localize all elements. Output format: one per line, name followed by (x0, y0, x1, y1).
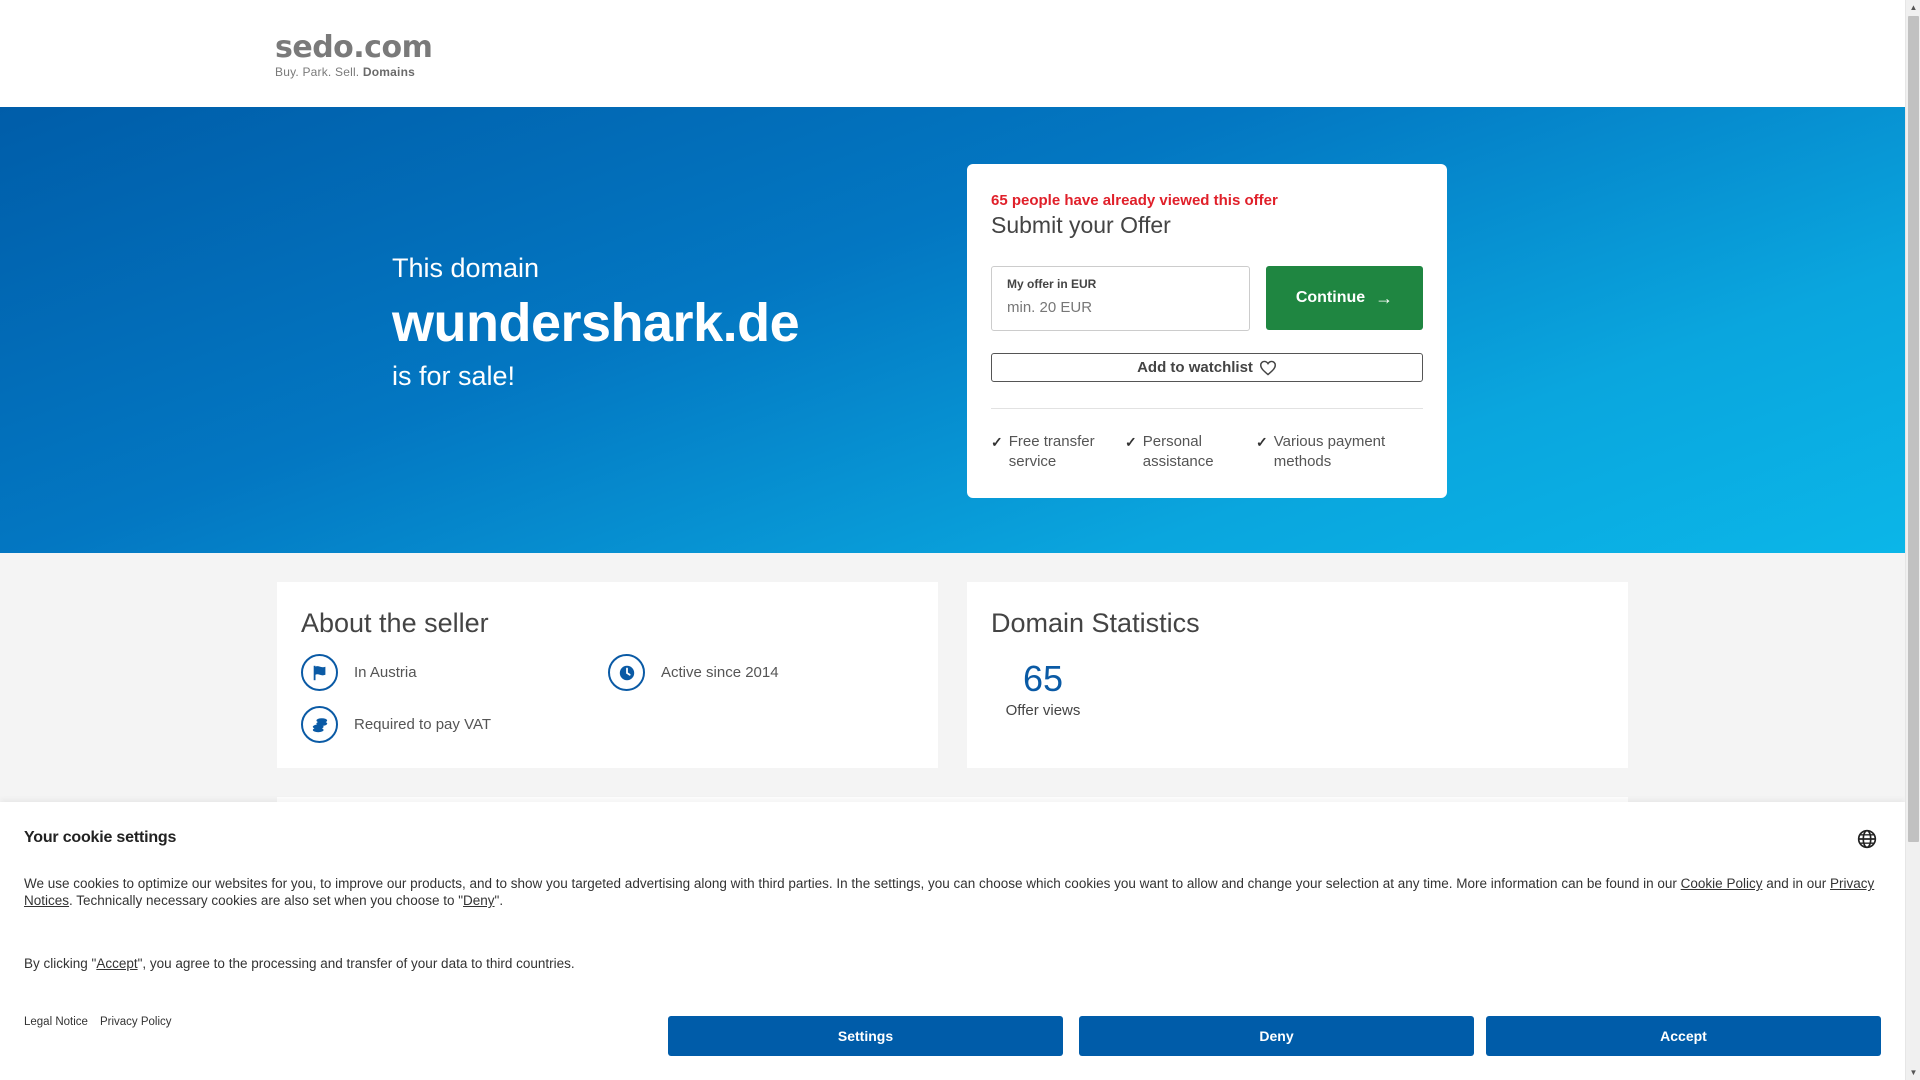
cookie-text-segment: ". (494, 893, 504, 908)
check-icon: ✓ (1256, 434, 1268, 450)
check-icon: ✓ (1125, 434, 1137, 450)
hero-pre-text: This domain (392, 253, 540, 283)
check-icon: ✓ (991, 434, 1003, 450)
seller-active-since: Active since 2014 (608, 654, 779, 691)
offer-title: Submit your Offer (991, 212, 1171, 238)
globe-icon[interactable] (1857, 829, 1877, 849)
continue-label: Continue (1295, 289, 1366, 306)
hero-text: This domain wundershark.de is for sale! (392, 252, 800, 392)
page-scrollbar[interactable]: ▲ ▼ (1905, 0, 1920, 1080)
feature-item: ✓ Personal assistance (1125, 432, 1214, 472)
feature-item: ✓ Free transfer service (991, 432, 1095, 472)
logo-tagline-plain: Buy. Park. Sell. (275, 65, 360, 79)
heart-icon (1259, 360, 1276, 376)
seller-location-text: In Austria (354, 664, 417, 681)
about-seller-title: About the seller (301, 608, 489, 638)
cookie-text-segment: We use cookies to optimize our websites … (24, 876, 1681, 891)
logo-wordmark: sedo.com (275, 30, 433, 65)
cookie-settings-button[interactable]: Settings (668, 1016, 1063, 1056)
privacy-policy-link[interactable]: Privacy Policy (100, 1016, 172, 1028)
sedo-logo[interactable]: sedo.com Buy. Park. Sell. Domains (275, 30, 435, 80)
cookie-text-segment: . Technically necessary cookies are also… (69, 893, 464, 908)
hero-section: This domain wundershark.de is for sale! … (0, 107, 1905, 553)
cookie-description: We use cookies to optimize our websites … (24, 875, 1884, 909)
feature-line: Personal (1142, 433, 1202, 450)
seller-vat: Required to pay VAT (301, 706, 491, 743)
feature-text: Various payment methods (1274, 432, 1385, 472)
views-notice: 65 people have already viewed this offer (991, 192, 1278, 209)
cookie-accept-button[interactable]: Accept (1486, 1016, 1881, 1056)
hero-post-text: is for sale! (392, 361, 516, 391)
cookie-footer-links: Legal Notice Privacy Policy (24, 1016, 172, 1028)
offer-card: 65 people have already viewed this offer… (967, 164, 1447, 498)
seller-vat-text: Required to pay VAT (354, 716, 492, 733)
about-seller-card: About the seller In Austria Active since… (277, 582, 938, 768)
site-header: sedo.com Buy. Park. Sell. Domains (0, 0, 1905, 107)
offer-amount-label: My offer in EUR (1007, 277, 1097, 291)
feature-item: ✓ Various payment methods (1256, 432, 1385, 472)
offer-amount-field[interactable]: My offer in EUR (991, 266, 1250, 331)
feature-line: service (1008, 453, 1057, 470)
logo-tagline-bold: Domains (362, 65, 415, 79)
watchlist-label: Add to watchlist (1137, 359, 1253, 376)
arrow-right-icon: → (1375, 287, 1394, 308)
cookie-text-segment: and in our (1762, 876, 1831, 891)
legal-notice-link[interactable]: Legal Notice (24, 1016, 88, 1028)
feature-text: Personal assistance (1143, 432, 1214, 472)
deny-link[interactable]: Deny (463, 893, 495, 908)
offer-views-label: Offer views (1005, 702, 1081, 719)
feature-line: methods (1273, 453, 1332, 470)
domain-statistics-title: Domain Statistics (991, 608, 1200, 638)
clock-icon (608, 654, 645, 691)
coins-icon (301, 706, 338, 743)
scroll-down-arrow-icon[interactable]: ▼ (1906, 1065, 1920, 1080)
seller-location: In Austria (301, 654, 417, 691)
cookie-text-segment: By clicking " (24, 956, 97, 971)
cookie-deny-button[interactable]: Deny (1079, 1016, 1474, 1056)
cookie-title: Your cookie settings (24, 829, 177, 846)
domain-statistics-card: Domain Statistics 65 Offer views (967, 582, 1628, 768)
offer-amount-input[interactable] (1007, 299, 1237, 316)
feature-line: Various payment (1273, 433, 1386, 450)
seller-active-text: Active since 2014 (661, 664, 779, 681)
scroll-up-arrow-icon[interactable]: ▲ (1906, 0, 1920, 15)
feature-line: Free transfer (1008, 433, 1095, 450)
cookie-banner: Your cookie settings We use cookies to o… (0, 802, 1905, 1080)
offer-views-value: 65 (1022, 658, 1064, 699)
cookie-accept-notice: By clicking "Accept", you agree to the p… (24, 956, 575, 971)
offer-divider (991, 408, 1423, 409)
flag-icon (301, 654, 338, 691)
scrollbar-thumb[interactable] (1908, 16, 1919, 842)
continue-button[interactable]: Continue → (1266, 266, 1423, 330)
accept-link[interactable]: Accept (96, 956, 137, 971)
add-to-watchlist-button[interactable]: Add to watchlist (991, 353, 1423, 382)
cookie-policy-link[interactable]: Cookie Policy (1681, 876, 1763, 891)
domain-name: wundershark.de (392, 293, 800, 353)
feature-text: Free transfer service (1009, 432, 1095, 472)
logo-tagline: Buy. Park. Sell. Domains (275, 65, 435, 79)
feature-line: assistance (1142, 453, 1214, 470)
cookie-text-segment: ", you agree to the processing and trans… (137, 956, 575, 971)
